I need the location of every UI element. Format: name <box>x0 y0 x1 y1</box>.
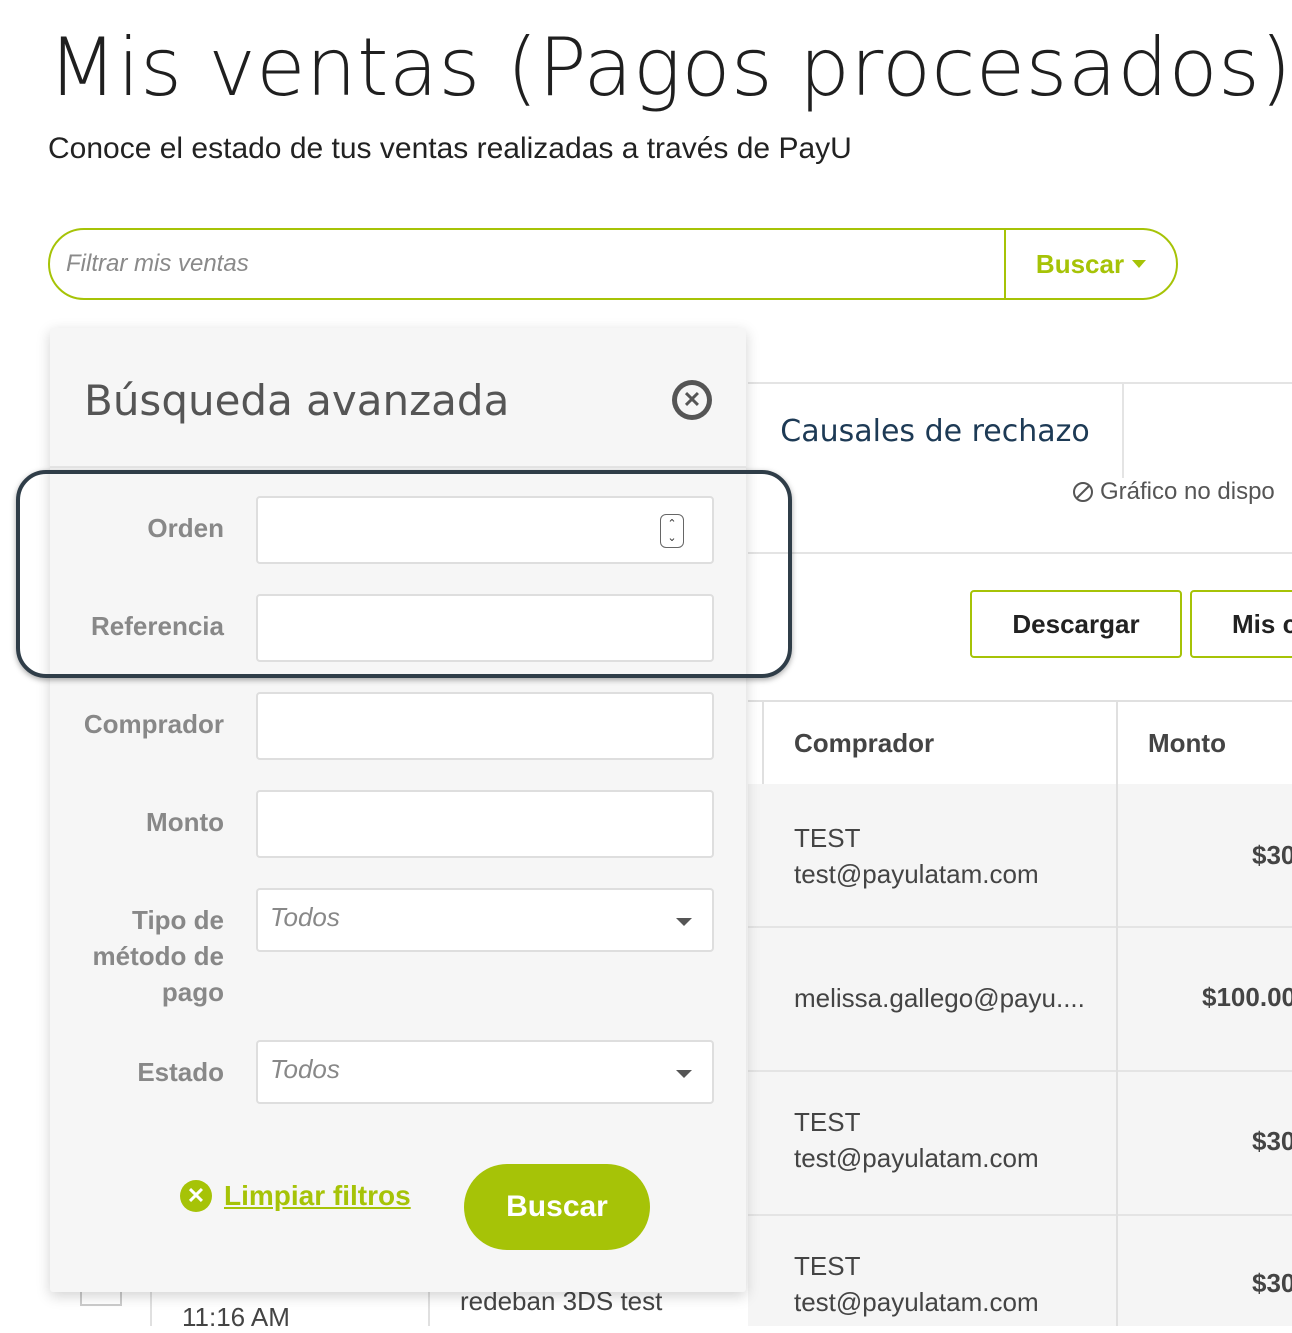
page-subtitle: Conoce el estado de tus ventas realizada… <box>48 132 852 165</box>
advanced-search-panel: Búsqueda avanzada ✕ Orden ⌃ ⌄ Referencia … <box>50 328 746 1292</box>
amount: $30 <box>1252 1268 1292 1298</box>
label-referencia: Referencia <box>91 611 224 641</box>
orden-input[interactable] <box>258 498 712 562</box>
table-row[interactable]: TEST test@payulatam.com $30 <box>748 1216 1292 1326</box>
second-action-button[interactable]: Mis c <box>1190 590 1292 658</box>
table-row[interactable]: TEST test@payulatam.com $30 <box>748 784 1292 928</box>
panel-header: Búsqueda avanzada ✕ <box>50 328 746 468</box>
caret-down-icon <box>1132 260 1147 268</box>
buyer-email: test@payulatam.com <box>794 859 1039 889</box>
amount: $30 <box>1252 1126 1292 1156</box>
sales-table: Comprador Monto TEST test@payulatam.com … <box>748 700 1292 1326</box>
referencia-input[interactable] <box>258 596 712 660</box>
download-button[interactable]: Descargar <box>970 590 1182 658</box>
buyer-email: melissa.gallego@payu.... <box>794 983 1085 1013</box>
buyer-name: TEST <box>794 823 861 853</box>
number-spinner-icon[interactable]: ⌃ ⌄ <box>660 514 684 548</box>
buyer-email: test@payulatam.com <box>794 1287 1039 1317</box>
search-dropdown-button[interactable]: Buscar <box>1004 230 1176 298</box>
search-button-label: Buscar <box>1035 248 1125 279</box>
divider <box>748 552 1292 554</box>
clear-filters-link[interactable]: ✕ Limpiar filtros <box>180 1180 411 1212</box>
amount: $100.00 <box>1202 982 1292 1012</box>
tipo-metodo-select[interactable]: Todos <box>256 888 714 952</box>
monto-field[interactable] <box>256 790 714 858</box>
column-header-monto[interactable]: Monto <box>1148 702 1226 784</box>
search-bar: Buscar <box>48 228 1178 300</box>
label-estado: Estado <box>137 1057 224 1087</box>
panel-search-button[interactable]: Buscar <box>464 1164 650 1250</box>
page-title: Mis ventas (Pagos procesados) <box>48 21 1292 114</box>
tab-causales-rechazo[interactable]: Causales de rechazo <box>748 384 1124 478</box>
orden-field[interactable]: ⌃ ⌄ <box>256 496 714 564</box>
buyer-name: TEST <box>794 1251 861 1281</box>
chevron-down-icon <box>676 918 692 926</box>
close-icon[interactable]: ✕ <box>672 380 712 420</box>
column-divider <box>150 1292 152 1326</box>
label-monto: Monto <box>146 807 224 837</box>
estado-select[interactable]: Todos <box>256 1040 714 1104</box>
comprador-field[interactable] <box>256 692 714 760</box>
estado-value: Todos <box>270 1054 340 1084</box>
prohibited-icon <box>1073 482 1093 502</box>
amount: $30 <box>1252 840 1292 870</box>
panel-title: Búsqueda avanzada <box>84 376 510 425</box>
search-input[interactable] <box>50 230 1004 298</box>
label-orden: Orden <box>147 513 224 543</box>
monto-input[interactable] <box>258 792 712 856</box>
table-row[interactable]: TEST test@payulatam.com $30 <box>748 1072 1292 1216</box>
tipo-metodo-value: Todos <box>270 902 340 932</box>
table-header: Comprador Monto <box>748 700 1292 786</box>
buyer-email: test@payulatam.com <box>794 1143 1039 1173</box>
table-row[interactable]: melissa.gallego@payu.... $100.00 <box>748 928 1292 1072</box>
label-comprador: Comprador <box>83 709 224 739</box>
column-divider <box>1116 700 1118 1326</box>
row-time: 11:16 AM <box>182 1302 290 1332</box>
comprador-input[interactable] <box>258 694 712 758</box>
chevron-down-icon <box>676 1070 692 1078</box>
clear-icon: ✕ <box>180 1180 212 1212</box>
referencia-field[interactable] <box>256 594 714 662</box>
chart-unavailable-notice: Gráfico no dispo <box>1072 478 1275 506</box>
column-divider <box>428 1292 430 1326</box>
chart-unavailable-text: Gráfico no dispo <box>1100 478 1275 505</box>
label-tipo-metodo-pago: Tipo de método de pago <box>92 905 224 1007</box>
buyer-name: TEST <box>794 1107 861 1137</box>
column-header-comprador[interactable]: Comprador <box>794 702 934 784</box>
clear-filters-label: Limpiar filtros <box>224 1180 411 1211</box>
